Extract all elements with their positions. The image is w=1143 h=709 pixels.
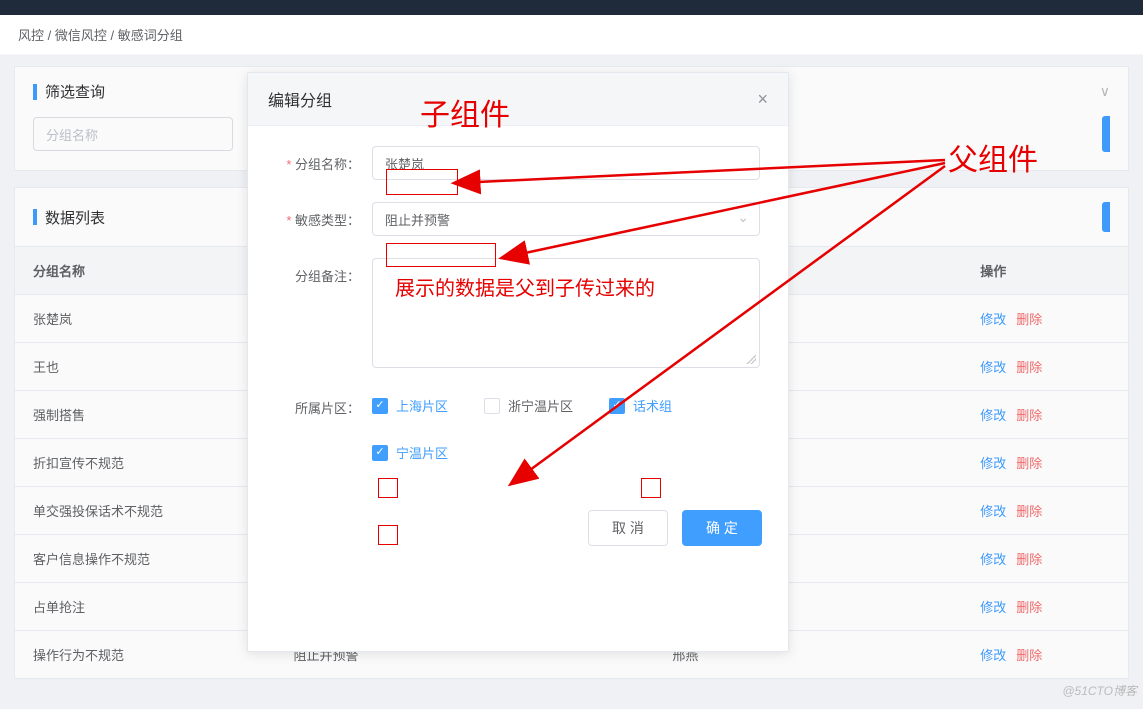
label-type: 敏感类型： [276, 202, 372, 236]
area-label: 上海片区 [396, 396, 448, 415]
checkbox-icon: ✓ [609, 398, 625, 414]
checkbox-icon: ✓ [372, 398, 388, 414]
area-checkbox-ningwen[interactable]: ✓ 宁温片区 [372, 443, 760, 462]
modal-title: 编辑分组 [268, 87, 332, 111]
top-bar [0, 0, 1143, 15]
checkbox-icon: ✓ [372, 445, 388, 461]
sensitive-type-select[interactable]: 阻止并预警 [372, 202, 760, 236]
ok-button[interactable]: 确 定 [682, 510, 762, 546]
area-label: 浙宁温片区 [508, 396, 573, 415]
cancel-label: 取 消 [612, 518, 644, 538]
label-area: 所属片区： [276, 390, 372, 462]
ok-label: 确 定 [706, 518, 738, 538]
breadcrumb-a[interactable]: 风控 [18, 28, 44, 43]
remark-textarea[interactable] [372, 258, 760, 368]
breadcrumb-c: 敏感词分组 [118, 28, 183, 43]
close-icon[interactable]: × [757, 90, 768, 108]
area-label: 宁温片区 [396, 443, 448, 462]
area-checkbox-zheningwen[interactable]: 浙宁温片区 [484, 396, 573, 415]
area-label: 话术组 [633, 396, 672, 415]
label-remark: 分组备注： [276, 258, 372, 368]
sensitive-type-value: 阻止并预警 [385, 210, 450, 229]
group-name-value: 张楚岚 [385, 154, 424, 173]
group-name-input[interactable]: 张楚岚 [372, 146, 760, 180]
area-checkbox-huashu[interactable]: ✓ 话术组 [609, 396, 672, 415]
label-name: 分组名称： [276, 146, 372, 180]
checkbox-icon [484, 398, 500, 414]
watermark: @51CTO博客 [1062, 682, 1137, 699]
breadcrumb-b[interactable]: 微信风控 [55, 28, 107, 43]
breadcrumb: 风控 / 微信风控 / 敏感词分组 [0, 15, 1143, 54]
edit-group-modal: 编辑分组 × 分组名称： 张楚岚 敏感类型： 阻止并预警 分组备注： [247, 72, 789, 652]
cancel-button[interactable]: 取 消 [588, 510, 668, 546]
area-checkbox-shanghai[interactable]: ✓ 上海片区 [372, 396, 448, 415]
